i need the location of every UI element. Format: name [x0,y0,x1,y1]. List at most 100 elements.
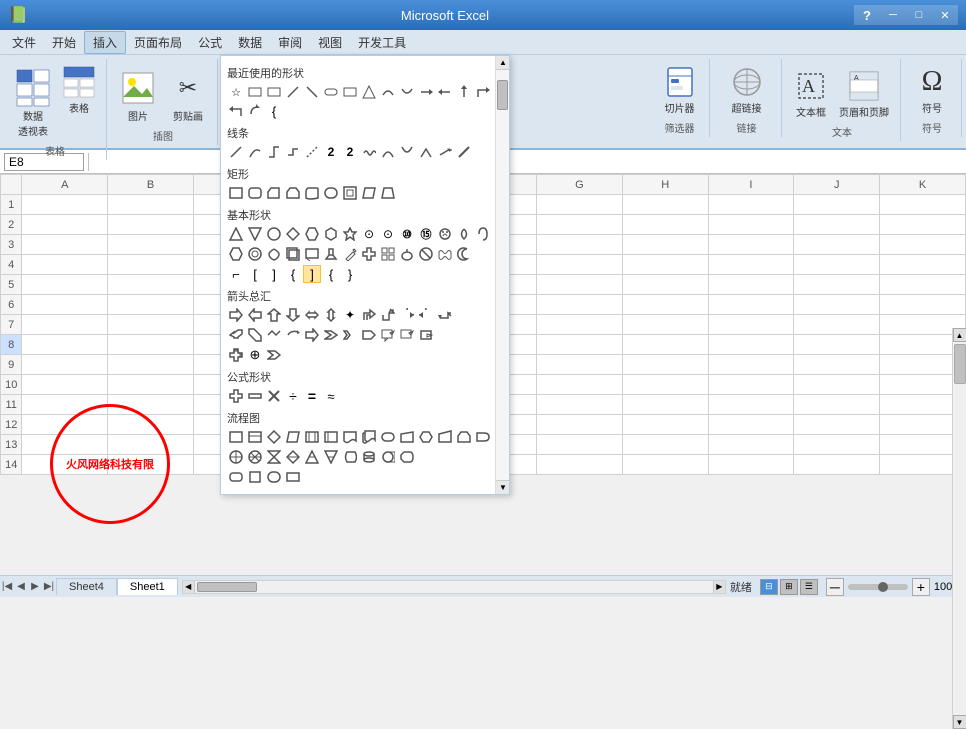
cell-b5[interactable] [108,275,194,295]
cell-j3[interactable] [794,235,880,255]
cell-h12[interactable] [622,415,708,435]
flow-rounded2[interactable] [265,468,283,486]
line-elbow3[interactable] [303,143,321,161]
cell-g5[interactable] [537,275,623,295]
cell-a6[interactable] [22,295,108,315]
flow-multidocument[interactable] [360,428,378,446]
flow-collate[interactable] [265,448,283,466]
arrow-updown[interactable] [322,306,340,324]
menu-item-data[interactable]: 数据 [230,32,270,53]
cell-j10[interactable] [794,375,880,395]
cell-i4[interactable] [708,255,794,275]
cell-b4[interactable] [108,255,194,275]
cell-j5[interactable] [794,275,880,295]
rect-rounded[interactable] [246,184,264,202]
cell-a8[interactable] [22,335,108,355]
cell-b11[interactable] [108,395,194,415]
hyperlink-button[interactable]: 超链接 [726,61,768,118]
flow-manual[interactable] [398,428,416,446]
flow-direct-access[interactable] [379,448,397,466]
col-header-k[interactable]: K [880,175,966,195]
cell-b1[interactable] [108,195,194,215]
zoom-slider-thumb[interactable] [878,582,888,592]
basic-shape-9[interactable]: ⊙ [379,225,397,243]
flow-database[interactable] [360,448,378,466]
shape-elbow2[interactable] [227,102,245,120]
arrow-circular[interactable]: ⊕ [246,346,264,364]
cell-a4[interactable] [22,255,108,275]
line-arrow[interactable] [436,143,454,161]
shape-scroll-down[interactable]: ▼ [496,480,510,494]
flow-process[interactable] [227,428,245,446]
close-button[interactable]: ✕ [932,5,958,25]
arrow-callout[interactable] [379,326,397,344]
line-elbow4[interactable] [417,143,435,161]
cell-a10[interactable] [22,375,108,395]
zoom-in-button[interactable]: + [912,578,930,596]
flow-display[interactable] [398,448,416,466]
arrow-leftright[interactable] [303,306,321,324]
cell-j13[interactable] [794,435,880,455]
zoom-out-button[interactable]: ─ [826,578,844,596]
col-header-a[interactable]: A [22,175,108,195]
basic-shape-11[interactable]: ⑮ [417,225,435,243]
shape-triangle1[interactable] [360,83,378,101]
cell-g2[interactable] [537,215,623,235]
menu-item-file[interactable]: 文件 [4,32,44,53]
shape-arrow3[interactable] [455,83,473,101]
shape-elbow1[interactable] [474,83,492,101]
cell-h13[interactable] [622,435,708,455]
cell-b14[interactable] [108,455,194,475]
cell-g1[interactable] [537,195,623,215]
formula-plus[interactable] [227,387,245,405]
menu-item-developer[interactable]: 开发工具 [350,32,414,53]
cell-g11[interactable] [537,395,623,415]
shape-brace[interactable]: { [265,102,283,120]
basic-shape-3[interactable] [265,225,283,243]
cell-i5[interactable] [708,275,794,295]
basic-bracket6[interactable]: { [322,265,340,283]
rect-snip2[interactable] [284,184,302,202]
sheet-tab-sheet1[interactable]: Sheet1 [117,578,178,595]
header-footer-button[interactable]: A 页眉和页脚 [834,65,894,122]
formula-divide[interactable]: ÷ [284,387,302,405]
cell-g10[interactable] [537,375,623,395]
cell-b10[interactable] [108,375,194,395]
formula-multiply[interactable] [265,387,283,405]
cell-a12[interactable] [22,415,108,435]
menu-item-home[interactable]: 开始 [44,32,84,53]
basic-shape-4[interactable] [284,225,302,243]
zoom-slider[interactable] [848,584,908,590]
arrow-circle-l[interactable] [417,306,435,324]
arrow-diagonal[interactable] [246,326,264,344]
flow-delay[interactable] [474,428,492,446]
basic-bracket2[interactable]: [ [246,265,264,283]
col-header-g[interactable]: G [537,175,623,195]
sheet-nav-first[interactable]: |◀ [0,577,14,597]
flow-rounded[interactable] [227,468,245,486]
flow-rect[interactable] [284,468,302,486]
flow-preparation[interactable] [417,428,435,446]
arrow-double-chevron[interactable] [341,326,359,344]
basic-bracket3[interactable]: ] [265,265,283,283]
cell-i7[interactable] [708,315,794,335]
pivot-table-button[interactable]: 数据透视表 [10,65,56,141]
cell-j4[interactable] [794,255,880,275]
scroll-track-v[interactable] [953,342,966,715]
cell-a1[interactable] [22,195,108,215]
shape-curve2[interactable] [398,83,416,101]
cell-i9[interactable] [708,355,794,375]
basic-shape-17[interactable] [265,245,283,263]
symbol-button[interactable]: Ω 符号 [909,61,955,118]
cell-a5[interactable] [22,275,108,295]
cell-j1[interactable] [794,195,880,215]
cell-b13[interactable] [108,435,194,455]
sheet-nav-next[interactable]: ▶ [28,577,42,597]
shape-line2[interactable] [303,83,321,101]
basic-shape-pencil[interactable] [341,245,359,263]
line-num2[interactable]: 2 [322,143,340,161]
cell-j8[interactable] [794,335,880,355]
cell-i10[interactable] [708,375,794,395]
cell-k4[interactable] [880,255,966,275]
shape-rect3[interactable] [322,83,340,101]
